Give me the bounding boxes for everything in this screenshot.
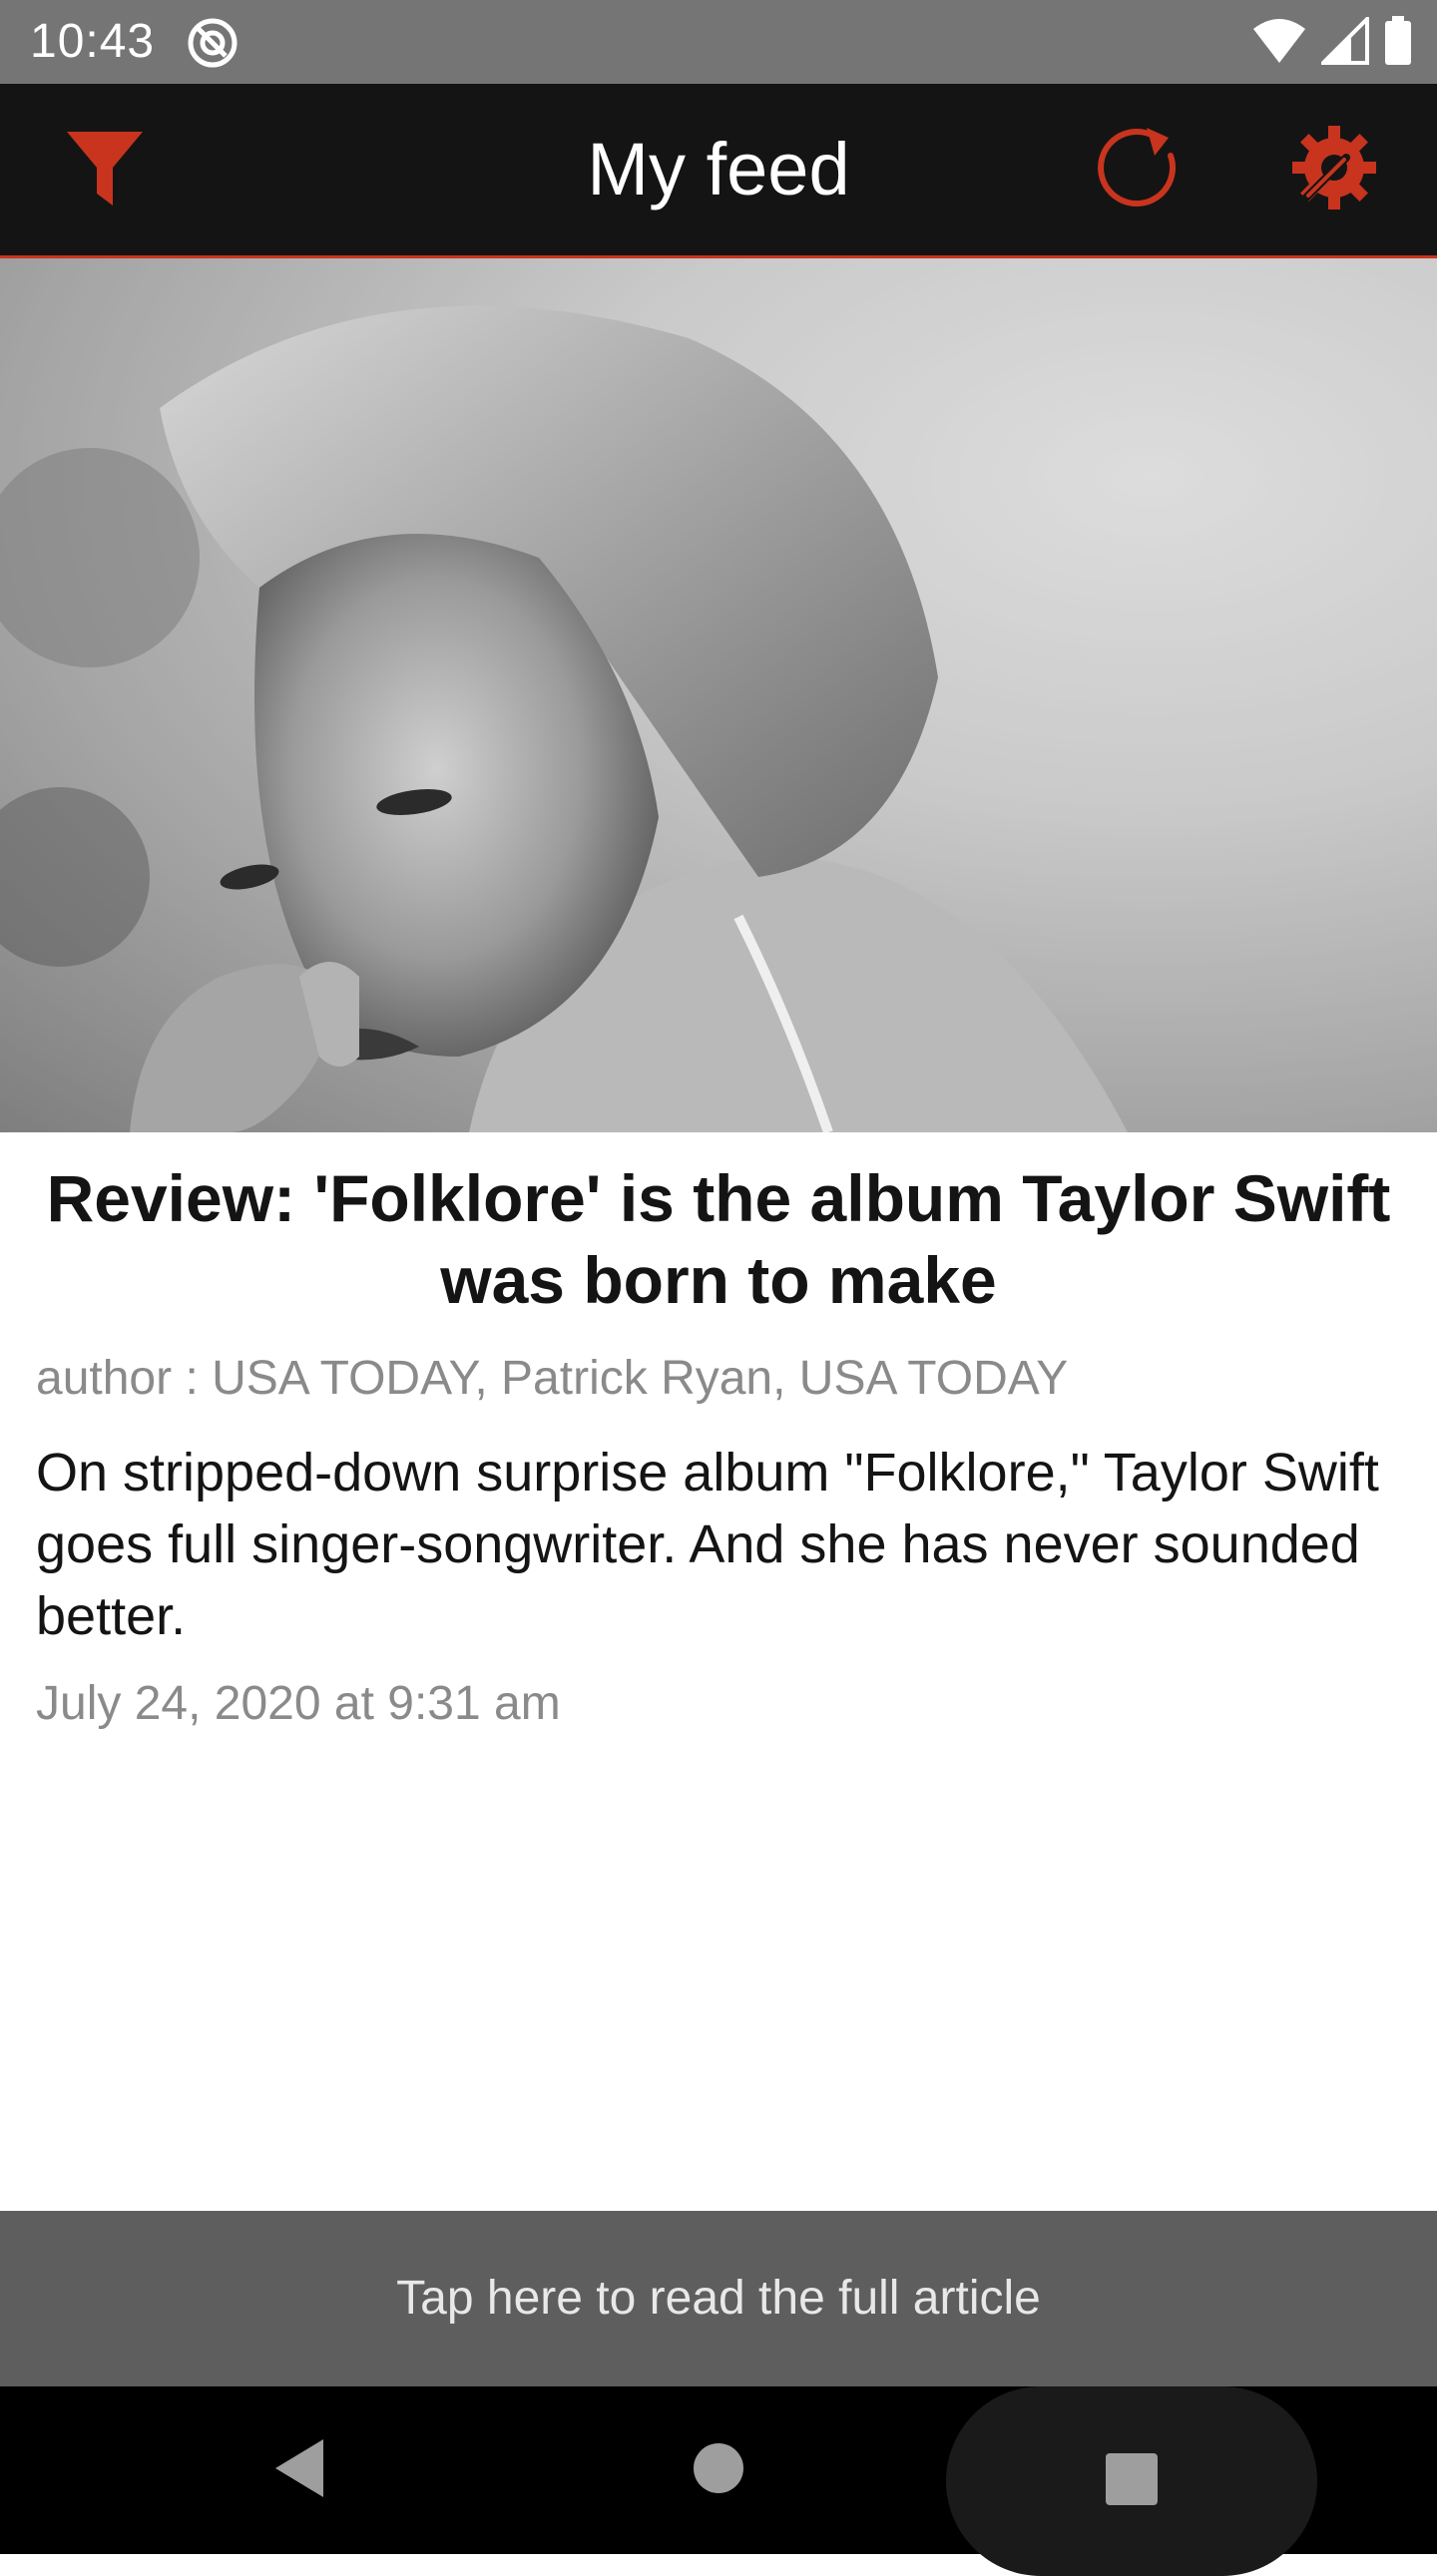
recents-icon — [1105, 2452, 1159, 2511]
battery-icon — [1383, 15, 1413, 71]
back-icon — [271, 2437, 327, 2504]
navigation-bar — [0, 2386, 1437, 2576]
settings-icon — [1288, 122, 1380, 218]
article-image[interactable] — [0, 258, 1437, 1132]
article-headline[interactable]: Review: 'Folklore' is the album Taylor S… — [40, 1157, 1397, 1321]
sync-icon — [186, 16, 240, 70]
app-bar: My feed — [0, 84, 1437, 258]
wifi-icon — [1251, 17, 1307, 70]
article-summary: On stripped-down surprise album "Folklor… — [36, 1443, 1379, 1646]
signal-icon — [1318, 13, 1369, 70]
article-author: author : USA TODAY, Patrick Ryan, USA TO… — [36, 1352, 1069, 1405]
read-full-article-button[interactable]: Tap here to read the full article — [0, 2211, 1437, 2386]
home-button[interactable] — [659, 2400, 778, 2540]
settings-button[interactable] — [1279, 115, 1389, 224]
home-icon — [693, 2442, 744, 2499]
article-date: July 24, 2020 at 9:31 am — [36, 1677, 561, 1730]
back-button[interactable] — [240, 2400, 359, 2540]
status-bar: 10:43 — [0, 0, 1437, 84]
page-title: My feed — [587, 128, 850, 211]
refresh-button[interactable] — [1086, 115, 1196, 224]
status-icons — [1251, 13, 1413, 71]
refresh-icon — [1095, 122, 1187, 218]
status-time: 10:43 — [30, 15, 156, 68]
recents-button[interactable] — [946, 2386, 1317, 2576]
